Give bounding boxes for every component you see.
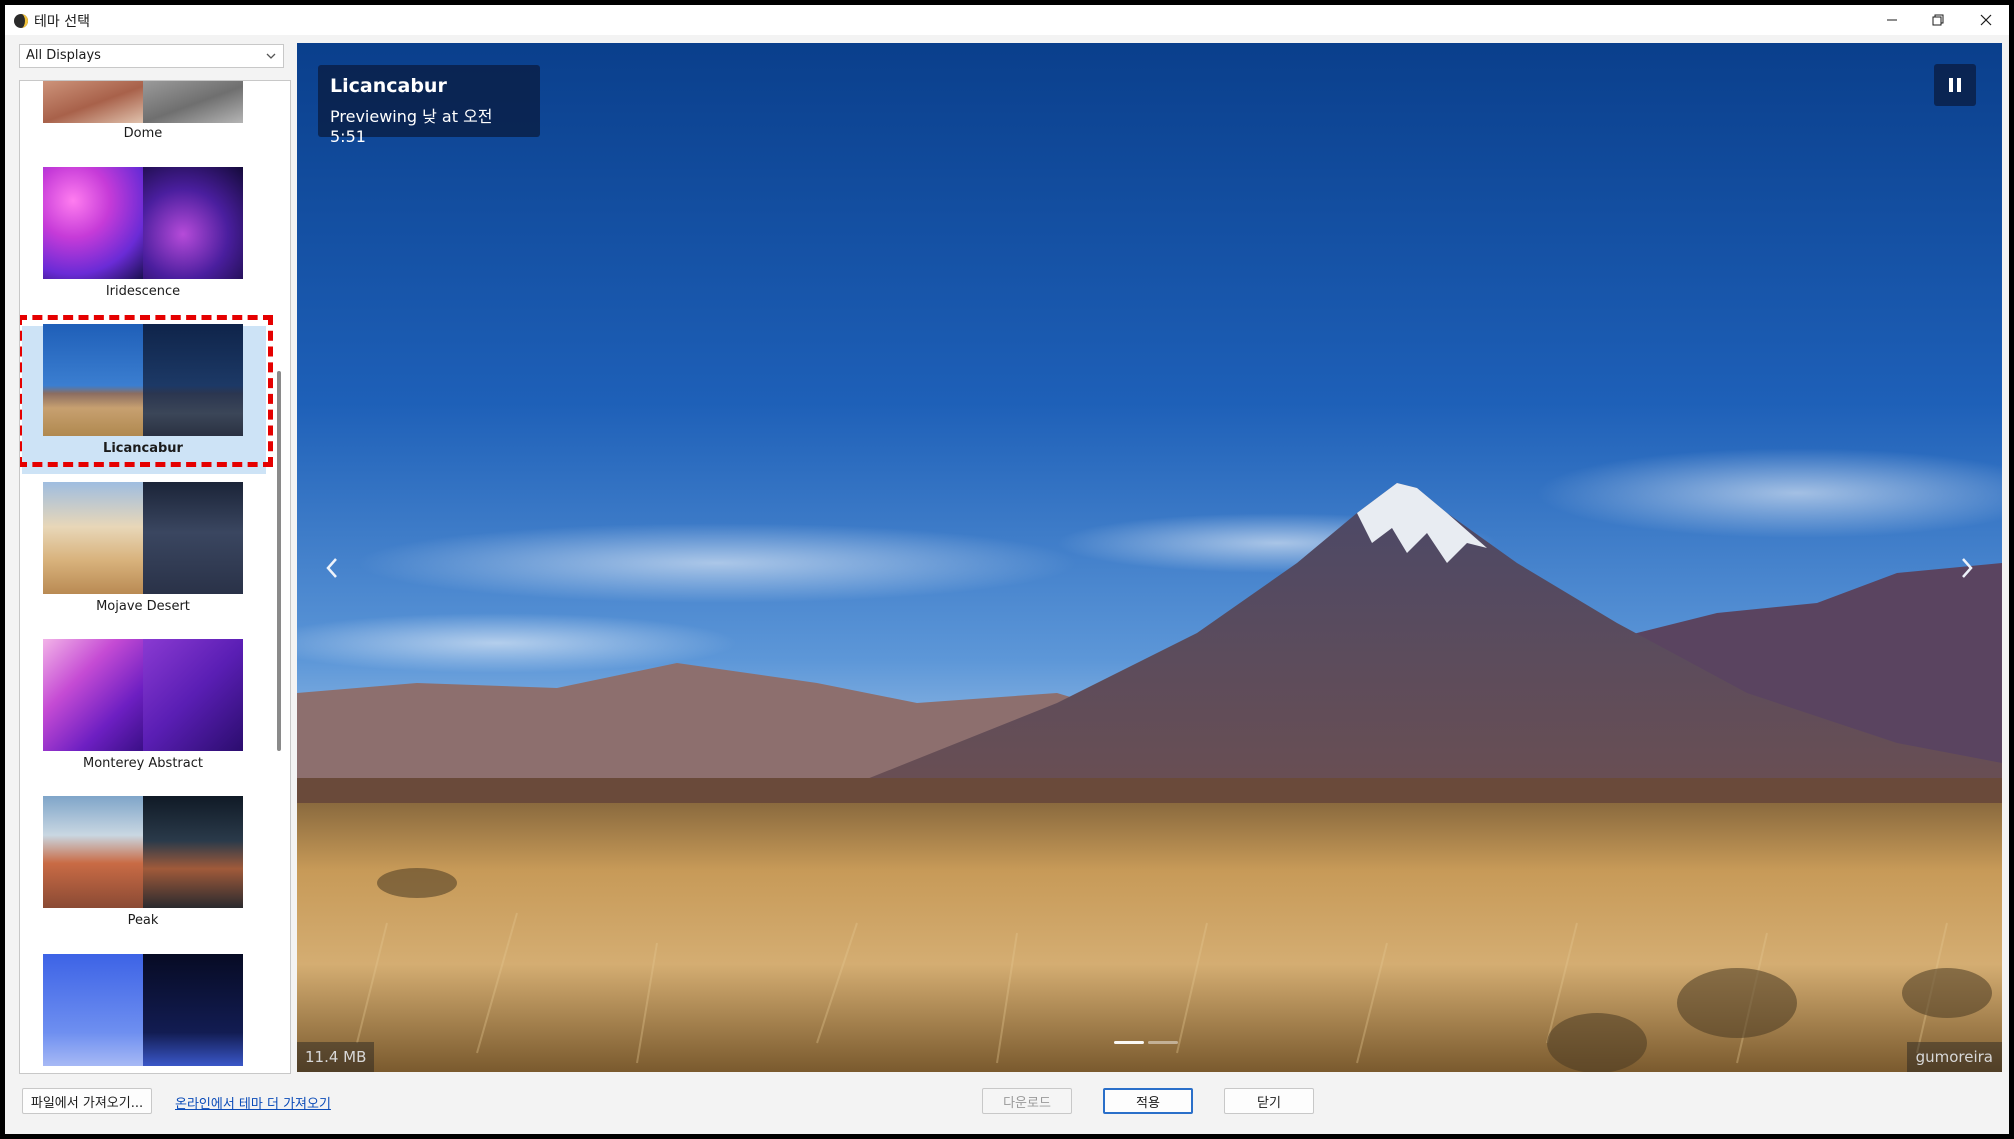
window-title: 테마 선택 bbox=[34, 14, 90, 30]
preview-info: Licancabur Previewing 낮 at 오전 5:51 bbox=[318, 65, 540, 146]
app-icon bbox=[14, 14, 28, 28]
pause-button[interactable] bbox=[1934, 64, 1976, 106]
theme-thumbnail bbox=[43, 482, 243, 594]
credit-badge: gumoreira bbox=[1906, 1042, 2002, 1072]
slide-dot[interactable] bbox=[1114, 1041, 1144, 1044]
theme-thumbnail bbox=[43, 796, 243, 908]
minimize-icon bbox=[1887, 19, 1897, 21]
selection-annotation bbox=[20, 315, 273, 467]
slide-indicator bbox=[1114, 1041, 1178, 1044]
next-button[interactable] bbox=[1952, 548, 1982, 588]
preview-image bbox=[297, 43, 2002, 1072]
import-from-file-button[interactable]: 파일에서 가져오기... bbox=[22, 1088, 152, 1114]
chevron-left-icon bbox=[326, 558, 337, 578]
theme-thumbnail bbox=[43, 81, 243, 123]
close-button[interactable] bbox=[1963, 5, 2009, 35]
theme-thumbnail bbox=[43, 954, 243, 1066]
minimize-button[interactable] bbox=[1869, 5, 1915, 35]
title-bar[interactable]: 테마 선택 bbox=[5, 5, 2009, 35]
restore-icon bbox=[1932, 14, 1944, 26]
display-select[interactable]: All Displays bbox=[19, 44, 284, 68]
wallpaper-preview: Licancabur Previewing 낮 at 오전 5:51 11.4 … bbox=[297, 43, 2002, 1072]
download-button[interactable]: 다운로드 bbox=[982, 1088, 1072, 1114]
theme-thumbnail bbox=[43, 639, 243, 751]
chevron-right-icon bbox=[1962, 558, 1973, 578]
theme-thumbnail bbox=[43, 167, 243, 279]
theme-label: Mojave Desert bbox=[96, 599, 190, 614]
theme-label: Dome bbox=[123, 126, 163, 141]
theme-list[interactable]: Dome Iridescence Licancabur Mojave Deser… bbox=[19, 80, 291, 1074]
theme-picker-window: 테마 선택 All Displays Dome Iridescence Lica… bbox=[5, 5, 2009, 1134]
close-dialog-button[interactable]: 닫기 bbox=[1224, 1088, 1314, 1114]
file-size-badge: 11.4 MB bbox=[297, 1042, 375, 1072]
chevron-down-icon bbox=[266, 53, 276, 59]
theme-label: Iridescence bbox=[105, 284, 181, 299]
get-more-themes-link[interactable]: 온라인에서 테마 더 가져오기 bbox=[175, 1093, 331, 1112]
theme-label: Monterey Abstract bbox=[83, 756, 203, 771]
preview-title: Licancabur bbox=[330, 75, 447, 97]
preview-subtitle: Previewing 낮 at 오전 5:51 bbox=[330, 107, 493, 146]
pause-icon bbox=[1949, 78, 1961, 92]
close-icon bbox=[1980, 14, 1992, 26]
previous-button[interactable] bbox=[317, 548, 347, 588]
restore-button[interactable] bbox=[1915, 5, 1961, 35]
display-select-value: All Displays bbox=[26, 48, 101, 63]
slide-dot[interactable] bbox=[1148, 1041, 1178, 1044]
scrollbar-thumb[interactable] bbox=[277, 371, 281, 751]
apply-button[interactable]: 적용 bbox=[1103, 1088, 1193, 1114]
theme-label: Peak bbox=[127, 913, 159, 928]
